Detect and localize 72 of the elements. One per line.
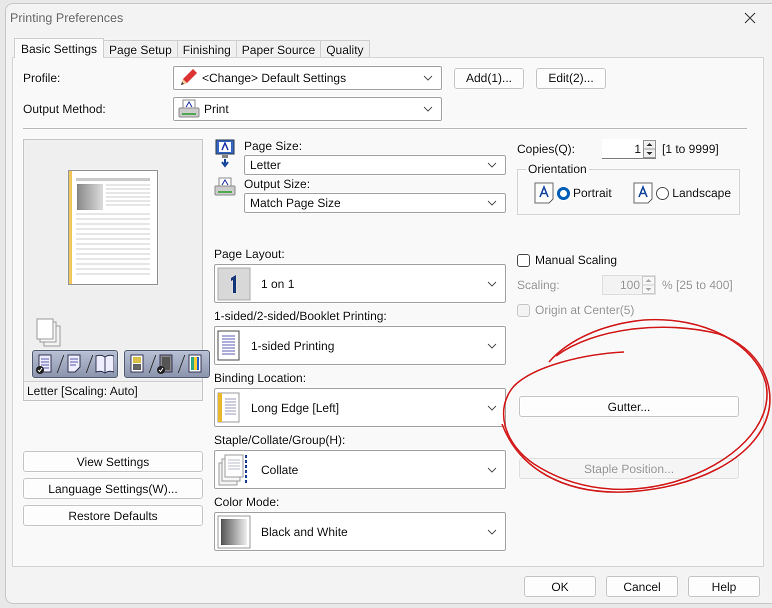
- page-count-icon: [217, 266, 251, 300]
- printer-icon: [214, 177, 236, 197]
- tab[interactable]: Quality: [320, 40, 370, 57]
- tab[interactable]: Paper Source: [236, 40, 322, 57]
- field-label: Staple/Collate/Group(H):: [214, 433, 346, 447]
- group-title: Orientation: [527, 162, 588, 176]
- size-dropdown[interactable]: Letter: [244, 155, 506, 175]
- lined-page-icon: [217, 330, 241, 362]
- radio-button[interactable]: [656, 186, 670, 200]
- gutter-button[interactable]: Gutter...: [519, 396, 739, 417]
- dialog-button[interactable]: Help: [688, 576, 760, 597]
- pencil-icon: [178, 68, 198, 88]
- chevron-icon: [423, 106, 433, 112]
- checkbox-label: Origin at Center(5): [535, 303, 634, 317]
- field-label: Page Size:: [244, 139, 304, 153]
- field-label: Binding Location:: [214, 371, 308, 385]
- tab[interactable]: Finishing: [176, 40, 237, 57]
- settings-button[interactable]: Restore Defaults: [23, 505, 203, 526]
- chevron-icon: [487, 528, 497, 534]
- option-dropdown[interactable]: 1 on 1: [214, 264, 506, 303]
- chevron-icon: [487, 200, 497, 206]
- chevron-icon: [487, 404, 497, 410]
- option-dropdown[interactable]: Collate: [214, 450, 506, 489]
- profile-button[interactable]: Edit(2)...: [536, 68, 606, 88]
- chevron-icon: [423, 75, 433, 81]
- radio-label: Landscape: [672, 186, 731, 200]
- profile-button[interactable]: Add(1)...: [454, 68, 524, 88]
- tab[interactable]: Basic Settings: [14, 38, 104, 58]
- stacked-pages-icon: [36, 318, 62, 348]
- checkbox-label: Manual Scaling: [535, 253, 618, 267]
- option-dropdown[interactable]: Long Edge [Left]: [214, 388, 506, 427]
- field-label: Page Layout:: [214, 247, 286, 261]
- monitor-arrow-icon: [215, 139, 235, 169]
- dialog-button[interactable]: OK: [524, 576, 596, 597]
- settings-button[interactable]: Language Settings(W)...: [23, 478, 203, 499]
- letter-page-icon: [534, 182, 554, 204]
- close-button[interactable]: [742, 10, 758, 26]
- chevron-icon: [487, 162, 497, 168]
- grayscale-swatch-icon: [217, 514, 251, 548]
- option-dropdown[interactable]: Black and White: [214, 512, 506, 551]
- profile-dropdown[interactable]: <Change> Default Settings: [173, 66, 442, 90]
- field-label: 1-sided/2-sided/Booklet Printing:: [214, 309, 388, 323]
- radio-button[interactable]: [557, 186, 570, 200]
- view-toggle[interactable]: [124, 350, 210, 378]
- chevron-icon: [487, 280, 497, 286]
- field-label: Copies(Q):: [517, 142, 576, 156]
- output-method-dropdown[interactable]: Print: [173, 97, 442, 121]
- view-mode-icon[interactable]: [94, 353, 114, 375]
- tab[interactable]: Page Setup: [103, 40, 178, 57]
- field-label: Color Mode:: [214, 495, 280, 509]
- printer-icon: [178, 99, 200, 119]
- option-dropdown[interactable]: 1-sided Printing: [214, 326, 506, 365]
- field-label: Profile:: [23, 71, 62, 85]
- window-title: Printing Preferences: [10, 11, 124, 25]
- size-dropdown[interactable]: Match Page Size: [244, 193, 506, 213]
- preview-status: Letter [Scaling: Auto]: [24, 381, 202, 400]
- settings-button[interactable]: View Settings: [23, 451, 203, 472]
- bound-page-icon: [217, 392, 241, 424]
- checkbox[interactable]: [517, 254, 530, 266]
- view-toggle[interactable]: [32, 350, 118, 378]
- letter-page-icon: [633, 182, 654, 204]
- field-label: Output Size:: [244, 177, 312, 191]
- range-hint: % [25 to 400]: [662, 278, 733, 292]
- spin-arrows-icon[interactable]: [643, 140, 656, 158]
- field-label: Output Method:: [23, 102, 107, 116]
- field-label: Scaling:: [517, 278, 561, 292]
- chevron-icon: [487, 342, 497, 348]
- copies-field[interactable]: 1: [602, 139, 656, 159]
- chevron-icon: [487, 466, 497, 472]
- radio-label: Portrait: [573, 186, 612, 200]
- range-hint: [1 to 9999]: [662, 142, 719, 156]
- dialog-button[interactable]: Cancel: [606, 576, 678, 597]
